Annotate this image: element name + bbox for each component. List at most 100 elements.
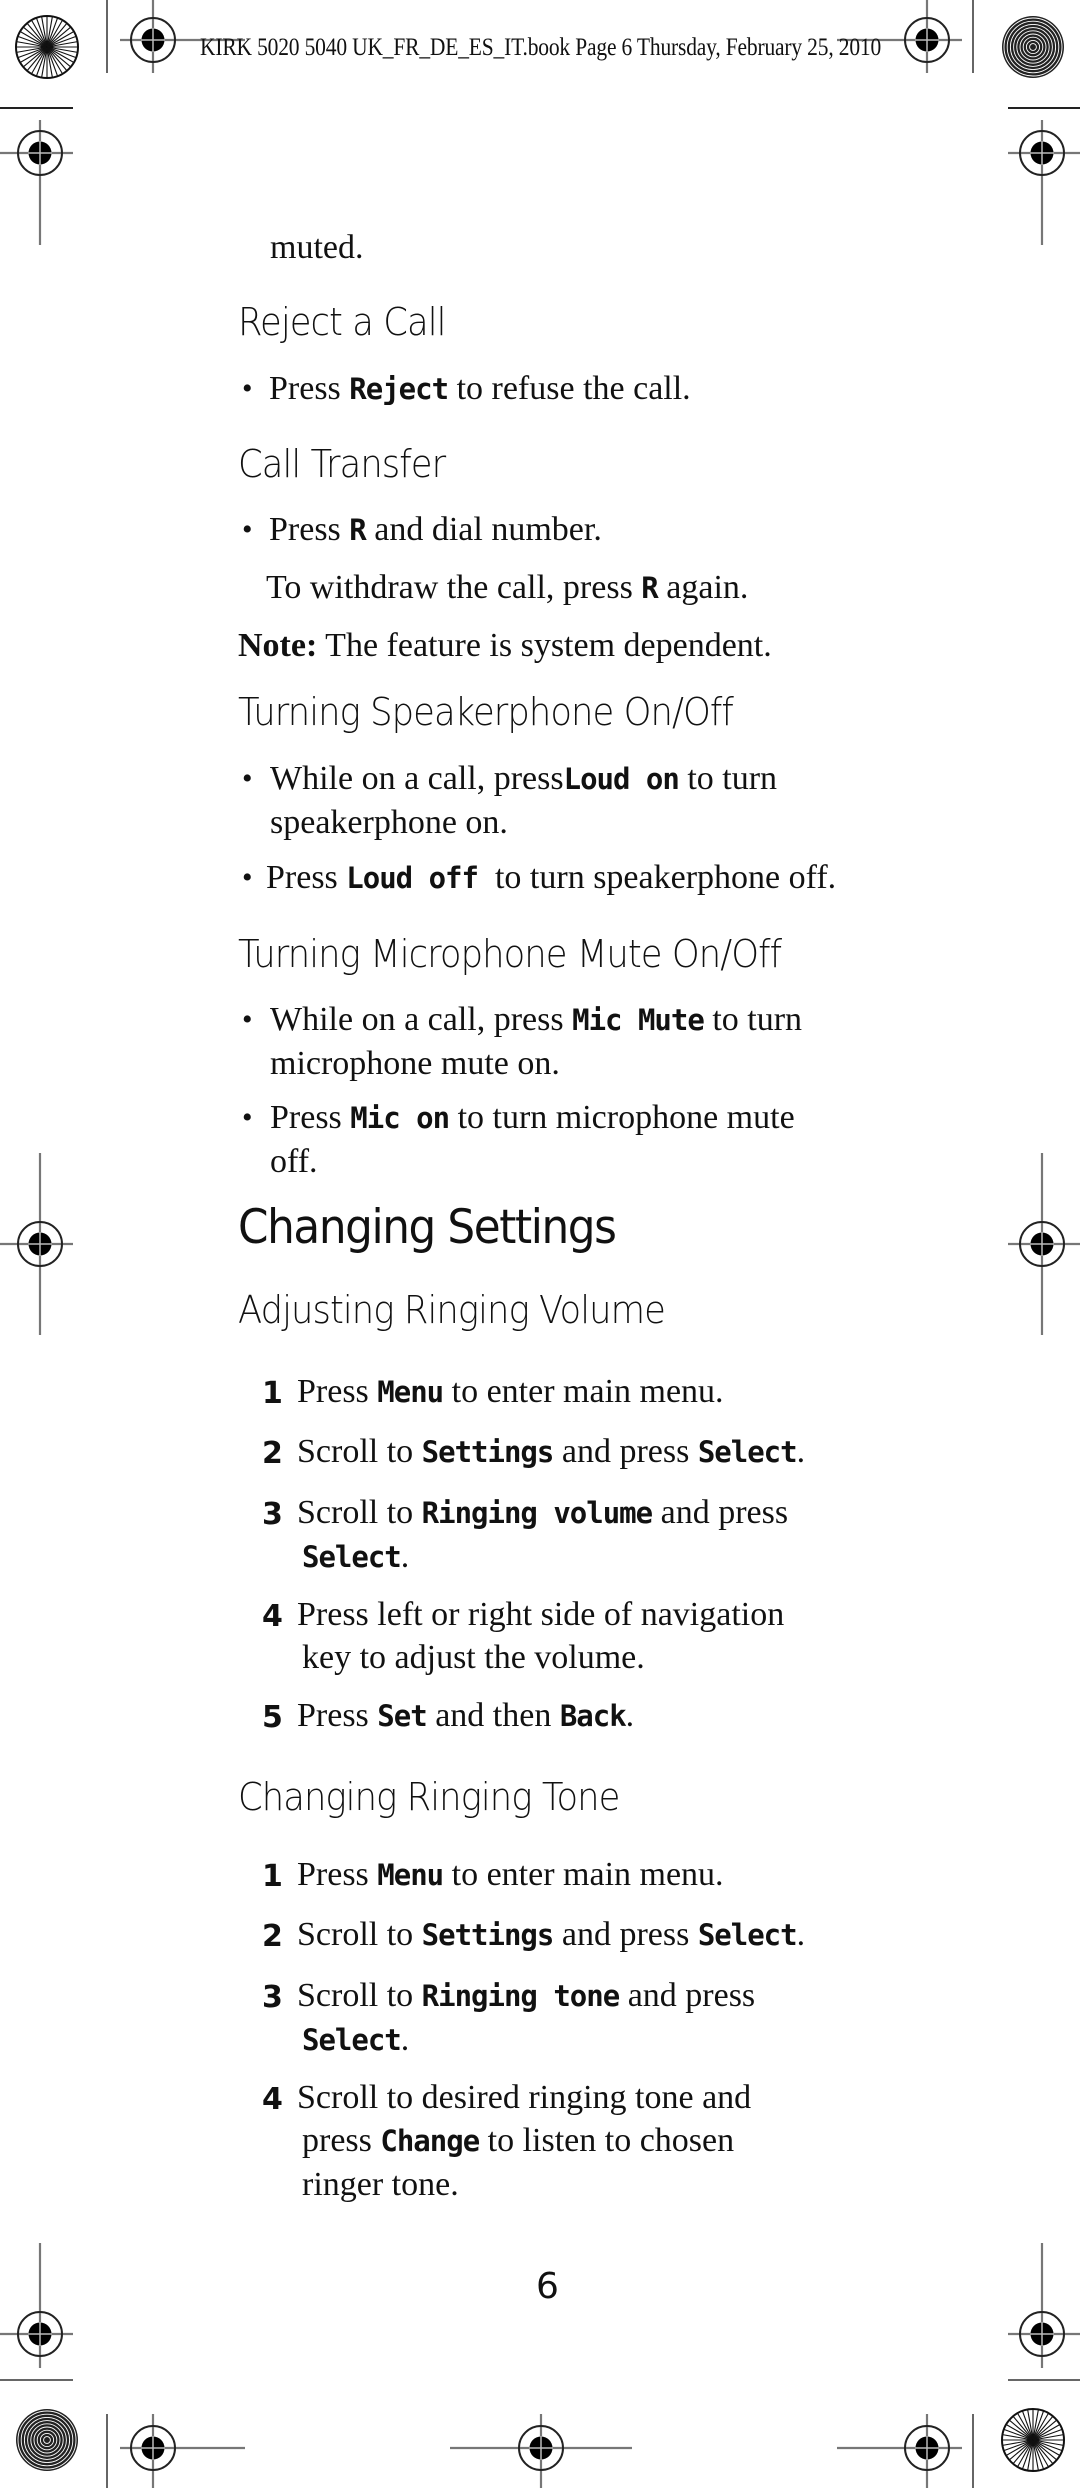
key-label: Loud off: [346, 861, 479, 895]
step-number: 2: [262, 1919, 283, 1954]
crosshair-target-icon: [1008, 2243, 1080, 2368]
step-text: Press left or right side of navigation ke…: [297, 1593, 922, 1679]
key-label: Menu: [377, 1375, 444, 1409]
text: .: [796, 1433, 806, 1470]
note-label: Note:: [238, 627, 318, 664]
text: ringer tone.: [302, 2166, 459, 2203]
list-item: • Press Reject to refuse the call.: [238, 367, 918, 411]
text: .: [400, 2021, 410, 2058]
text: Scroll to desired ringing tone and: [297, 2079, 752, 2116]
section-heading-ringing-tone: Changing Ringing Tone: [238, 1775, 620, 1819]
crosshair-target-icon: [0, 2243, 73, 2368]
crosshair-target-icon: [1008, 120, 1080, 245]
text: .: [625, 1697, 635, 1734]
key-label: Select: [697, 1918, 798, 1952]
text: Press: [269, 370, 350, 407]
text: to turn: [678, 760, 778, 797]
starburst-mark-bottom-right: [1001, 2408, 1065, 2472]
step-number: 3: [262, 1980, 283, 2015]
key-label: Settings: [421, 1918, 555, 1952]
crosshair-target-icon: [0, 1153, 73, 1335]
text: To withdraw the call, press: [266, 569, 642, 606]
step-number: 2: [262, 1436, 283, 1471]
section-heading-reject-call: Reject a Call: [238, 300, 446, 344]
text: While on a call, press: [270, 1001, 573, 1038]
list-item: • While on a call, pressLoud on to turn …: [238, 757, 938, 844]
step-number: 4: [262, 1599, 283, 1634]
text: Press: [297, 1697, 378, 1734]
step-number: 5: [262, 1700, 283, 1735]
numbered-step: 2 Scroll to Settings and press Select.: [262, 1913, 922, 1957]
page-number: 6: [536, 2266, 559, 2307]
step-text: Press Menu to enter main menu.: [297, 1853, 922, 1897]
concentric-mark-top-right: [1002, 16, 1064, 78]
step-text: Scroll to Settings and press Select.: [297, 1913, 922, 1957]
text: .: [796, 1916, 806, 1953]
section-heading-mic-mute: Turning Microphone Mute On/Off: [238, 932, 782, 976]
key-label: Reject: [349, 372, 449, 406]
note: Note: The feature is system dependent.: [238, 624, 772, 667]
bullet-icon: •: [242, 372, 253, 405]
text: Press: [297, 1856, 378, 1893]
crosshair-target-icon: [1008, 1153, 1080, 1335]
key-label: Loud on: [563, 762, 680, 796]
numbered-step: 4 Press left or right side of navigation k…: [262, 1593, 922, 1679]
key-label: Select: [697, 1435, 798, 1469]
step-text: Scroll to desired ringing tone and press …: [297, 2076, 922, 2206]
text: key to adjust the volume.: [302, 1639, 645, 1676]
section-heading-speakerphone: Turning Speakerphone On/Off: [238, 690, 734, 734]
step-number: 3: [262, 1497, 283, 1532]
step-text: Scroll to Ringing volume and press Select…: [297, 1491, 922, 1579]
key-label: Select: [302, 2023, 402, 2057]
text: off.: [270, 1143, 318, 1180]
section-heading-ringing-volume: Adjusting Ringing Volume: [238, 1288, 666, 1332]
text: to turn microphone mute: [449, 1099, 795, 1136]
starburst-mark-top-left: [15, 15, 79, 79]
text: and then: [426, 1697, 560, 1734]
step-text: Press Set and then Back.: [297, 1694, 922, 1738]
step-text: Scroll to Ringing tone and press Select.: [297, 1974, 922, 2062]
text: to refuse the call.: [448, 370, 691, 407]
bullet-icon: •: [242, 1101, 253, 1134]
step-text: Scroll to Settings and press Select.: [297, 1430, 922, 1474]
text: microphone mute on.: [270, 1045, 560, 1082]
text: Scroll to: [297, 1916, 422, 1953]
note-text: The feature is system dependent.: [317, 627, 772, 664]
text: to turn: [703, 1001, 803, 1038]
chapter-heading-changing-settings: Changing Settings: [238, 1200, 617, 1255]
text: Press: [269, 511, 350, 548]
key-label: R: [641, 571, 658, 605]
crosshair-target-icon: [450, 2414, 632, 2488]
numbered-step: 3 Scroll to Ringing volume and press Selec…: [262, 1491, 922, 1579]
text: press: [302, 2122, 381, 2159]
text: to enter main menu.: [443, 1373, 724, 1410]
key-label: Ringing tone: [421, 1979, 621, 2013]
text: and dial number.: [365, 511, 602, 548]
text: Press: [297, 1373, 378, 1410]
continuation-text: muted.: [270, 229, 364, 266]
crosshair-target-icon: [0, 120, 73, 245]
numbered-step: 2 Scroll to Settings and press Select.: [262, 1430, 922, 1474]
text: speakerphone on.: [270, 804, 508, 841]
key-label: R: [349, 513, 366, 547]
text: and press: [619, 1977, 756, 2014]
text: to enter main menu.: [443, 1856, 724, 1893]
step-text: Press Menu to enter main menu.: [297, 1370, 922, 1414]
key-label: Settings: [421, 1435, 555, 1469]
key-label: Select: [302, 1540, 402, 1574]
transfer-withdraw-text: To withdraw the call, press R again.: [266, 566, 748, 610]
text: and press: [553, 1916, 698, 1953]
step-number: 4: [262, 2082, 283, 2117]
numbered-step: 4 Scroll to desired ringing tone and press…: [262, 2076, 922, 2206]
concentric-mark-bottom-left: [16, 2409, 78, 2471]
crosshair-target-icon: [120, 2414, 245, 2488]
list-item: • Press Mic on to turn microphone mute o…: [238, 1096, 938, 1183]
bullet-icon: •: [242, 1003, 253, 1036]
text: Press: [270, 1099, 351, 1136]
text: Scroll to: [297, 1433, 422, 1470]
numbered-step: 1 Press Menu to enter main menu.: [262, 1370, 922, 1414]
text: and press: [553, 1433, 698, 1470]
bullet-icon: •: [242, 513, 253, 546]
step-number: 1: [262, 1376, 283, 1411]
text: to listen to chosen: [479, 2122, 735, 2159]
